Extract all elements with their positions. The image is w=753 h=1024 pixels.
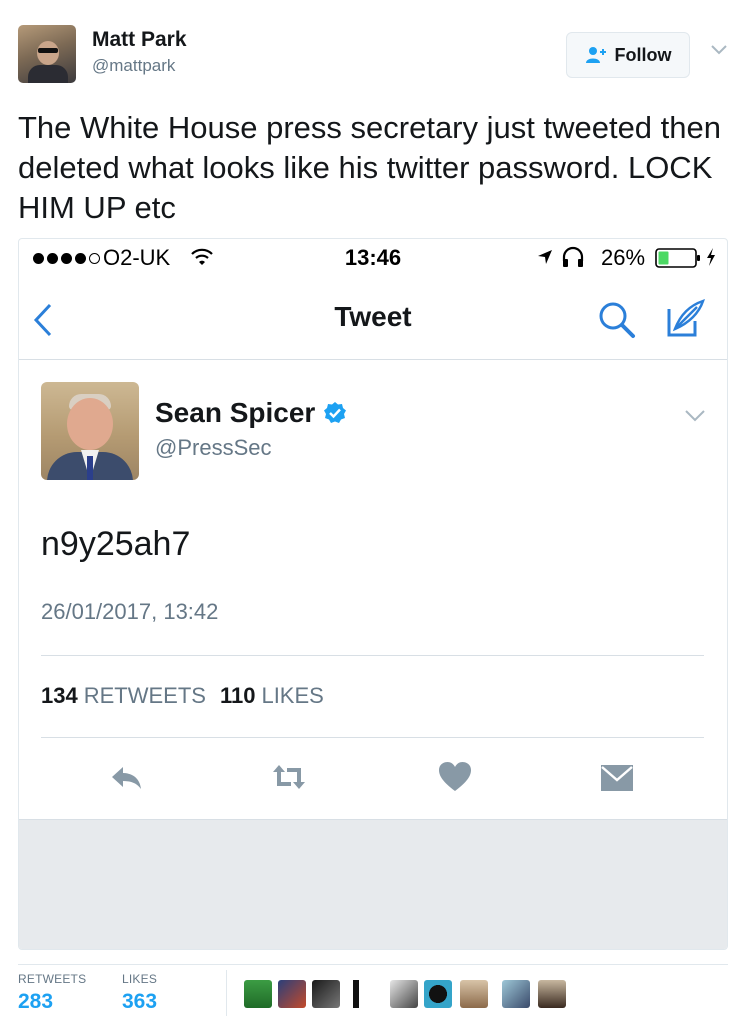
divider [41,655,704,656]
compose-tweet-icon[interactable] [663,297,707,341]
liker-avatar[interactable] [502,980,530,1008]
retweet-label[interactable]: RETWEETS [84,683,206,709]
footer-likes-count[interactable]: 363 [122,990,157,1014]
liker-avatar[interactable] [424,980,452,1008]
liker-avatar[interactable] [346,980,370,1008]
footer-retweets-label[interactable]: RETWEETS [18,972,86,986]
divider [41,737,704,738]
liker-avatar[interactable] [312,980,340,1008]
tweet-author-name-text: Sean Spicer [155,397,316,428]
reply-icon[interactable] [109,759,145,795]
follow-button[interactable]: Follow [566,32,690,78]
headphones-icon [562,246,584,267]
search-icon[interactable] [594,297,638,341]
verified-badge-icon [324,402,347,423]
screen-background [19,819,727,949]
tweet-text: The White House press secretary just twe… [18,110,721,225]
liker-avatar[interactable] [278,980,306,1008]
tweet-body-text: n9y25ah7 [41,525,191,563]
battery-percent: 26% [601,245,646,270]
like-count[interactable]: 110 [220,683,256,709]
author-name[interactable]: Matt Park [92,28,187,52]
heart-icon[interactable] [437,759,473,795]
footer-likes-label[interactable]: LIKES [122,972,157,986]
tweet-stats: 134 RETWEETS 110 LIKES [41,683,338,709]
direct-message-icon[interactable] [599,759,635,795]
divider [18,964,728,965]
chevron-down-icon[interactable] [684,409,706,423]
liker-avatar[interactable] [538,980,566,1008]
liker-avatar[interactable] [460,980,488,1008]
footer-retweets-count[interactable]: 283 [18,990,53,1014]
liker-avatar[interactable] [244,980,272,1008]
tweet-author-avatar[interactable] [41,382,139,480]
charging-bolt-icon [707,248,715,266]
chevron-down-icon[interactable] [710,44,728,56]
tweet-author-name[interactable]: Sean Spicer [155,397,347,429]
retweet-count[interactable]: 134 [41,683,78,709]
tweet-author-handle[interactable]: @PressSec [155,435,271,461]
divider [226,970,227,1016]
status-bar: O2-UK 13:46 26% [19,239,727,279]
retweet-icon[interactable] [271,759,307,795]
add-user-icon [585,47,606,63]
author-avatar[interactable] [18,25,76,83]
battery-icon [655,248,700,268]
nav-bar: Tweet [19,279,727,360]
liker-avatar[interactable] [390,980,418,1008]
embedded-screenshot[interactable]: O2-UK 13:46 26% Tweet Sean Spicer @Press… [18,238,728,950]
follow-label: Follow [614,44,672,65]
location-arrow-icon [538,250,552,264]
tweet-timestamp: 26/01/2017, 13:42 [41,599,219,624]
like-label[interactable]: LIKES [261,683,323,709]
author-handle[interactable]: @mattpark [92,56,175,76]
